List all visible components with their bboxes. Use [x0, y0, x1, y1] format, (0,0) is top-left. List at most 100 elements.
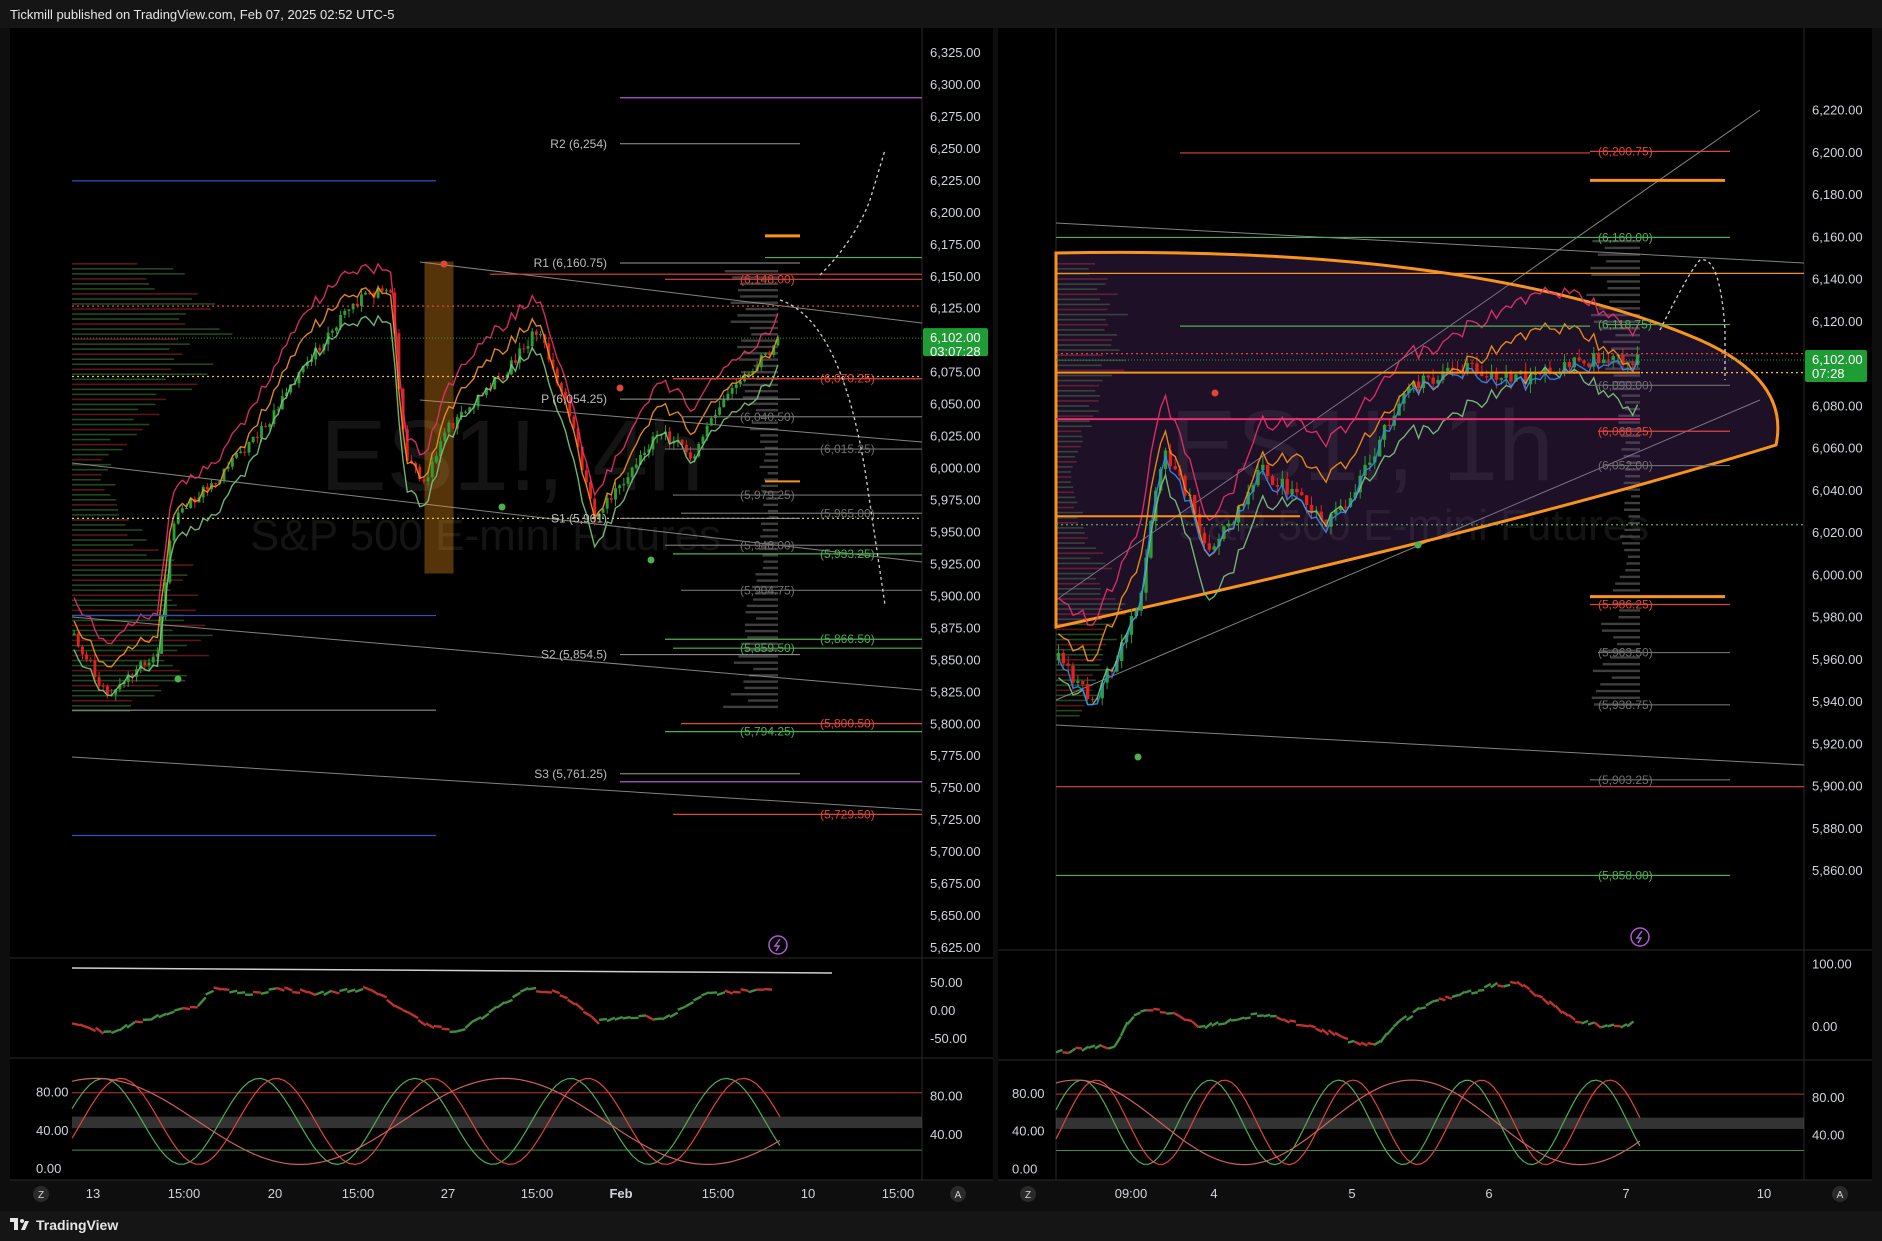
osc1-tick-label: -50.00 [930, 1031, 967, 1046]
charts-canvas[interactable]: ES1!, 4hS&P 500 E-mini Futures6,325.006,… [0, 0, 1882, 1241]
candle-body [730, 387, 734, 394]
candle-body [422, 479, 426, 482]
osc1-segment [535, 989, 545, 994]
candle-body [330, 330, 334, 333]
pivot-label: R1 (6,160.75) [534, 256, 607, 270]
session-volume-bar [737, 288, 778, 292]
price-tick-label: 5,650.00 [930, 908, 981, 923]
candle-body [347, 309, 351, 311]
session-volume-bar [1586, 293, 1640, 297]
volume-profile-bar [72, 514, 119, 516]
volume-profile-bar [1056, 699, 1088, 702]
volume-profile-bar [72, 263, 138, 265]
osc2-right-tick: 40.00 [1812, 1128, 1845, 1143]
price-tick-label: 6,200.00 [1812, 145, 1863, 160]
candle-body [1368, 462, 1372, 465]
price-tick-label: 6,200.00 [930, 205, 981, 220]
chart-panel-1h[interactable]: ES1!, 1hS&P 500 E-mini Futures6,220.006,… [998, 28, 1872, 1202]
osc1-segment [1166, 1011, 1173, 1015]
candle-body [1630, 363, 1635, 366]
pivot-label: S1 (5,961) [551, 511, 607, 525]
session-volume-bar [767, 509, 778, 513]
candle-body [430, 462, 434, 478]
level-label: (5,794.25) [740, 725, 795, 739]
volume-profile-bar [72, 519, 129, 521]
osc1-segment [1140, 1008, 1148, 1013]
price-tick-label: 5,960.00 [1812, 652, 1863, 667]
volume-profile-bar [72, 478, 101, 481]
signal-dot [1134, 753, 1142, 761]
osc1-segment [1302, 1024, 1310, 1028]
session-volume-bar [1607, 287, 1640, 290]
volume-profile-bar [1056, 643, 1107, 646]
volume-profile-bar [72, 443, 128, 446]
volume-profile-bar [72, 564, 194, 566]
session-volume-bar [1606, 280, 1640, 283]
candle-body [97, 677, 101, 686]
candle-body [180, 508, 184, 513]
session-volume-bar [1622, 542, 1640, 545]
osc1-segment [740, 988, 749, 993]
level-label: (6,040.50) [740, 410, 795, 424]
level-label: (6,148.00) [740, 272, 795, 286]
session-volume-bar [730, 320, 778, 323]
volume-profile-bar [72, 398, 167, 401]
signal-dot [1414, 541, 1422, 549]
session-volume-bar [762, 566, 778, 570]
candle-body [1416, 381, 1421, 389]
session-volume-bar [765, 453, 778, 456]
volume-profile-bar [72, 368, 172, 371]
session-volume-bar [762, 554, 778, 557]
volume-profile-bar [72, 644, 187, 647]
session-volume-bar [1601, 629, 1640, 632]
candle-body [443, 432, 447, 442]
volume-profile-bar [72, 624, 206, 627]
volume-profile-bar [72, 453, 109, 456]
session-volume-bar [1590, 266, 1640, 270]
candle-body [264, 425, 268, 427]
session-volume-bar [1609, 300, 1640, 303]
candle-body [434, 456, 438, 463]
time-tick-label: 15:00 [342, 1186, 375, 1201]
tradingview-logo[interactable]: TradingView [10, 1217, 118, 1233]
level-label: (5,859.50) [740, 641, 795, 655]
level-label: (6,052.00) [1598, 459, 1653, 473]
osc1-segment [1347, 1039, 1355, 1044]
candle-body [364, 292, 368, 295]
session-volume-bar [760, 535, 778, 538]
session-volume-bar [733, 661, 778, 664]
candle-body [722, 399, 726, 408]
axis-button-label: A [1837, 1190, 1844, 1201]
session-volume-bar [764, 459, 778, 462]
session-volume-bar [1595, 689, 1640, 693]
candle-body [539, 334, 542, 336]
volume-profile-bar [72, 293, 198, 295]
candle-body [1173, 466, 1177, 470]
osc1-segment [1075, 1046, 1083, 1050]
volume-profile-bar [72, 509, 119, 511]
volume-profile-bar [72, 483, 116, 486]
candle-body [101, 685, 105, 687]
osc1-segment [1607, 1023, 1615, 1028]
osc1-segment [709, 991, 718, 995]
chart-panel-4h[interactable]: ES1!, 4hS&P 500 E-mini Futures6,325.006,… [10, 28, 993, 1202]
session-volume-bar [761, 484, 778, 488]
volume-profile-bar [1056, 709, 1082, 712]
tradingview-logo-label: TradingView [36, 1217, 119, 1233]
price-tick-label: 5,900.00 [930, 588, 981, 603]
candle-body [451, 422, 455, 429]
candle-body [72, 633, 76, 635]
level-label: (6,090.00) [1598, 378, 1653, 392]
price-tick-label: 5,800.00 [930, 716, 981, 731]
countdown-value: 07:28 [1812, 366, 1845, 381]
session-volume-bar [740, 295, 778, 298]
level-label: (5,858.00) [1598, 868, 1653, 882]
volume-profile-bar [72, 383, 198, 386]
session-volume-bar [1600, 683, 1640, 686]
osc1-segment [182, 1006, 191, 1011]
volume-profile-bar [72, 634, 213, 637]
osc2-left-tick: 40.00 [36, 1123, 69, 1138]
price-tick-label: 6,220.00 [1812, 103, 1863, 118]
volume-profile-bar [72, 654, 209, 657]
session-volume-bar [756, 579, 778, 582]
